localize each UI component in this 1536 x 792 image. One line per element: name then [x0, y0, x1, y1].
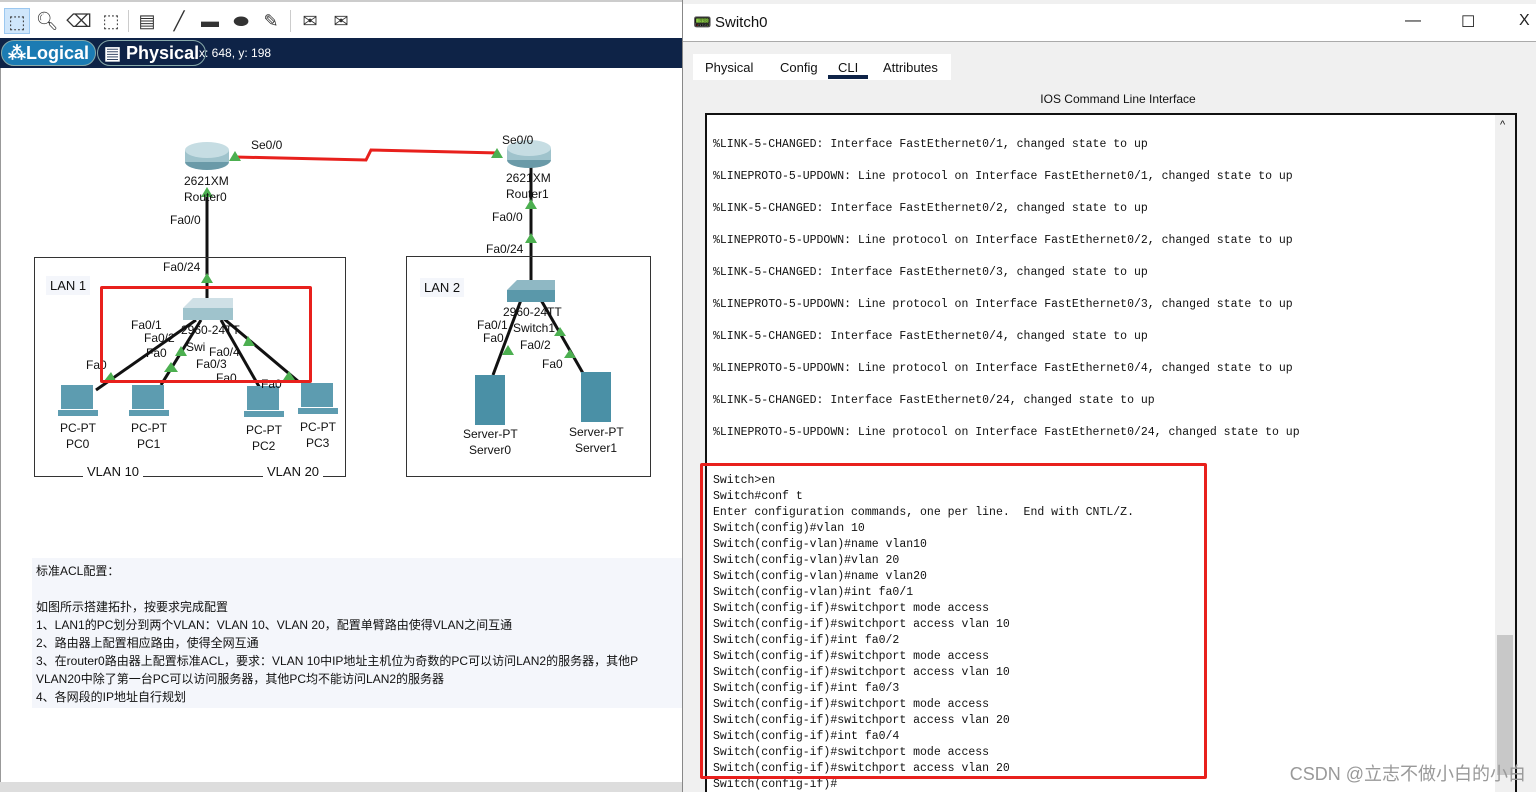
cli-command-line: Switch(config-if)# — [713, 778, 838, 791]
scrollbar-thumb[interactable] — [1497, 635, 1513, 775]
window-title: Switch0 — [715, 14, 768, 31]
device-label: Fa0/0 — [170, 213, 201, 227]
watermark: CSDN @立志不做小白的小白 — [1289, 764, 1526, 784]
note-line: 如图所示搭建拓扑，按要求完成配置 — [36, 600, 229, 614]
tab-attributes[interactable]: Attributes — [883, 60, 938, 75]
cli-scrollbar[interactable]: ^ — [1495, 115, 1515, 792]
title-bar: 📟 Switch0 — ☐ X — [683, 4, 1536, 42]
device-label: PC-PT — [300, 420, 336, 434]
note-line: 2、路由器上配置相应路由，使得全网互通 — [36, 636, 259, 650]
cli-log-line: %LINK-5-CHANGED: Interface FastEthernet0… — [713, 330, 1148, 343]
close-button[interactable]: X — [1519, 12, 1530, 30]
cli-log-line: %LINEPROTO-5-UPDOWN: Line protocol on In… — [713, 426, 1300, 439]
lan1-label: LAN 1 — [46, 276, 91, 295]
minimize-button[interactable]: — — [1405, 12, 1421, 30]
tab-bar: Physical Config CLI Attributes — [693, 54, 951, 80]
note-line: 3、在router0路由器上配置标准ACL，要求：VLAN 10中IP地址主机位… — [36, 654, 639, 668]
device-label: PC2 — [252, 439, 276, 453]
scroll-up-icon[interactable]: ^ — [1500, 119, 1505, 131]
switch-app-icon: 📟 — [693, 14, 712, 31]
device-label: Fa0 — [542, 357, 563, 371]
note-line — [36, 580, 678, 598]
cli-log-line: %LINK-5-CHANGED: Interface FastEthernet0… — [713, 138, 1148, 151]
device-label: PC-PT — [246, 423, 282, 437]
cli-log-line: %LINEPROTO-5-UPDOWN: Line protocol on In… — [713, 298, 1293, 311]
cli-log-line: %LINEPROTO-5-UPDOWN: Line protocol on In… — [713, 170, 1293, 183]
cli-heading: IOS Command Line Interface — [1040, 92, 1196, 106]
device-label: Fa0/1 — [477, 318, 508, 332]
highlight-switch0 — [100, 286, 312, 383]
maximize-button[interactable]: ☐ — [1461, 12, 1475, 32]
device-label: Server-PT — [463, 427, 518, 441]
cli-log-line: %LINK-5-CHANGED: Interface FastEthernet0… — [713, 202, 1148, 215]
lan2-label: LAN 2 — [420, 278, 465, 297]
highlight-commands — [700, 463, 1207, 779]
tab-config[interactable]: Config — [780, 60, 818, 75]
tab-cli[interactable]: CLI — [828, 60, 869, 79]
device-label: PC3 — [306, 436, 330, 450]
device-label: Server1 — [575, 441, 618, 455]
cli-log-line: %LINK-5-CHANGED: Interface FastEthernet0… — [713, 266, 1148, 279]
vlan20-label: VLAN 20 — [263, 462, 324, 481]
device-label: PC1 — [137, 437, 161, 451]
note-line: 4、各网段的IP地址自行规划 — [36, 690, 187, 704]
device-label: Fa0/24 — [163, 260, 201, 274]
device-label: PC-PT — [131, 421, 167, 435]
device-label: Fa0/0 — [492, 210, 523, 224]
horizontal-scrollbar[interactable] — [0, 782, 682, 792]
cli-log-line: %LINEPROTO-5-UPDOWN: Line protocol on In… — [713, 234, 1293, 247]
device-label: Se0/0 — [251, 138, 283, 152]
device-label: PC0 — [66, 437, 90, 451]
device-label: 2621XM — [506, 171, 551, 185]
device-label: Fa0 — [483, 331, 504, 345]
cli-log-line: %LINEPROTO-5-UPDOWN: Line protocol on In… — [713, 362, 1293, 375]
cli-log-line: %LINK-5-CHANGED: Interface FastEthernet0… — [713, 394, 1155, 407]
device-label: 2960-24TT — [503, 305, 562, 319]
device-label: Router1 — [506, 187, 549, 201]
note-line: 1、LAN1的PC划分到两个VLAN：VLAN 10、VLAN 20，配置单臂路… — [36, 618, 513, 632]
device-label: 2621XM — [184, 174, 229, 188]
device-label: Fa0/24 — [486, 242, 524, 256]
device-label: Se0/0 — [502, 133, 534, 147]
device-label: Switch1 — [513, 321, 556, 335]
note-line: 标准ACL配置： — [36, 564, 120, 578]
router0-icon — [185, 142, 229, 170]
device-label: PC-PT — [60, 421, 96, 435]
scenario-notes: 标准ACL配置： 如图所示搭建拓扑，按要求完成配置 1、LAN1的PC划分到两个VL… — [32, 558, 682, 708]
tab-physical[interactable]: Physical — [705, 60, 753, 75]
device-label: Fa0/2 — [520, 338, 551, 352]
device-label: Router0 — [184, 190, 227, 204]
device-label: Server-PT — [569, 425, 624, 439]
vlan10-label: VLAN 10 — [83, 462, 144, 481]
note-line: VLAN20中除了第一台PC可以访问服务器，其他PC均不能访问LAN2的服务器 — [36, 672, 445, 686]
device-label: Server0 — [469, 443, 512, 457]
